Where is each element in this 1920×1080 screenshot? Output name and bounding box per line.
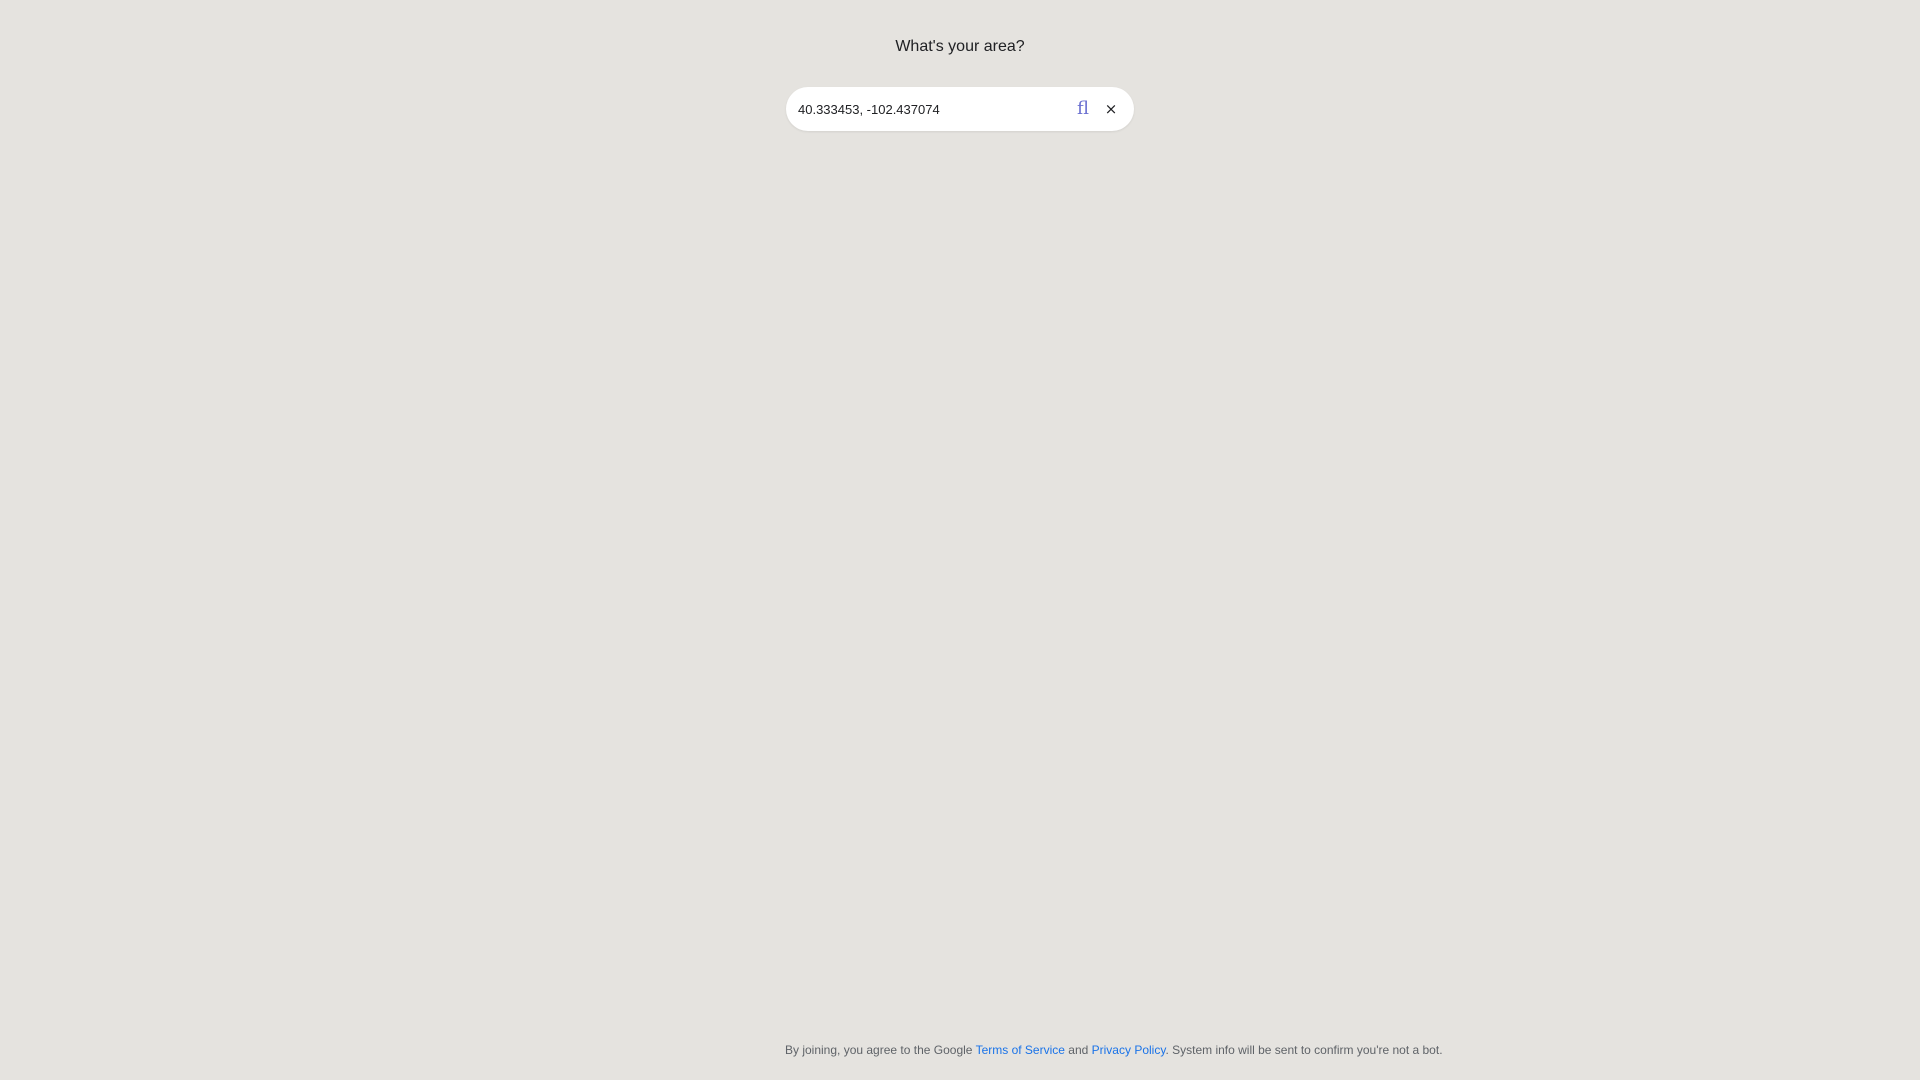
location-search-box: ﬂ × (786, 87, 1134, 131)
search-button[interactable]: ﬂ (1070, 96, 1096, 122)
page: What's your area? ﬂ × By joining, you ag… (0, 0, 1920, 1080)
search-icon: ﬂ (1076, 98, 1089, 119)
terms-of-service-link[interactable]: Terms of Service (976, 1043, 1065, 1057)
clear-button[interactable]: × (1098, 96, 1124, 122)
location-input[interactable] (798, 87, 1068, 131)
privacy-policy-link[interactable]: Privacy Policy (1092, 1043, 1166, 1057)
legal-footer: By joining, you agree to the Google Term… (785, 1043, 1443, 1057)
footer-middle: and (1064, 1043, 1092, 1057)
footer-prefix: By joining, you agree to the Google (785, 1043, 976, 1057)
close-icon: × (1104, 99, 1118, 118)
footer-suffix: . System info will be sent to confirm yo… (1165, 1043, 1443, 1057)
page-title: What's your area? (895, 38, 1025, 55)
